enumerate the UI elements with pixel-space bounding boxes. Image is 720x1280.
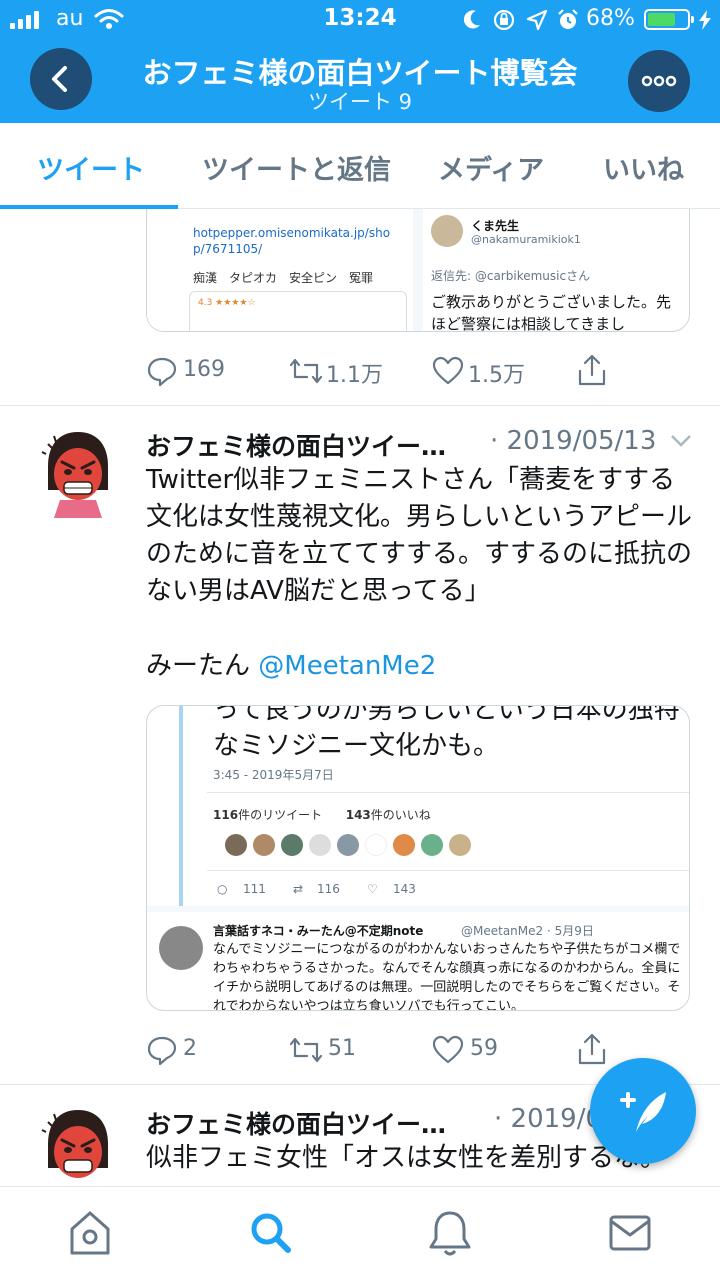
- chevron-left-icon: [52, 66, 67, 92]
- tweet2-reply-action[interactable]: 2: [146, 1034, 226, 1066]
- battery-percentage: 68%: [586, 6, 635, 31]
- tweet2-retweet-count: 51: [328, 1036, 356, 1061]
- angry-woman-avatar-icon: [41, 1110, 108, 1178]
- tweet2-card-stat-reply: 111: [243, 882, 266, 896]
- tweet-count-subtitle: ツイート 9: [307, 90, 413, 114]
- tweet1-card-tags: 痴漢 タピオカ 安全ピン 冤罪: [193, 271, 374, 285]
- more-dots-icon: [641, 75, 677, 87]
- reply-icon: [147, 1036, 177, 1066]
- tweet1-like-action[interactable]: 1.5万: [432, 355, 532, 388]
- tweet2-card-stat-like: 143: [393, 882, 416, 896]
- charging-bolt-icon: [699, 10, 711, 30]
- tweet1-card-right: くま先生 @nakamuramikiok1 返信先: @carbikemusic…: [423, 191, 689, 332]
- tweet2-media-card[interactable]: って良うのが男らしいという日本の独特なミソジニー文化かも。 3:45 - 201…: [146, 705, 690, 1011]
- tweet2-avatar[interactable]: [40, 428, 116, 518]
- tweet3-date[interactable]: · 2019/0: [494, 1104, 602, 1134]
- tweet2-card-counts: 116件のリツイート 143件のいいね: [213, 806, 431, 823]
- angry-woman-avatar-icon: [41, 432, 108, 518]
- heart-icon: [432, 356, 464, 385]
- tweet2-attribution-line: みーたん @MeetanMe2: [146, 648, 694, 685]
- nav-home[interactable]: [60, 1205, 120, 1261]
- tweet1-reply-action[interactable]: 169: [146, 355, 236, 387]
- battery-icon: [644, 9, 694, 30]
- tweet2-card-rt-label: 件のリツイート: [238, 808, 323, 822]
- tweet-divider: [0, 405, 720, 406]
- retweet-icon: [289, 358, 323, 384]
- nav-notifications[interactable]: [420, 1205, 480, 1261]
- tweet2-card-like-count: 143: [345, 808, 371, 822]
- rotation-lock-icon: [493, 9, 515, 31]
- compose-tweet-button[interactable]: [590, 1058, 696, 1164]
- tweet1-card-left: hotpepper.omisenomikata.jp/shop/7671105/…: [147, 191, 413, 331]
- tweet1-card-review-box: 4.3 ★★★★☆: [189, 291, 407, 331]
- share-icon: [578, 354, 606, 386]
- app-header: au 13:24 68% おフェミ様の面白ツイート博覧会 ツイート 9: [0, 0, 720, 123]
- tweet1-card-url: hotpepper.omisenomikata.jp/shop/7671105/: [193, 226, 391, 256]
- tweet2-card-top-text: って良うのが男らしいという日本の独特なミソジニー文化かも。: [213, 705, 680, 761]
- tweet1-card-text: ご教示ありがとうございました。先ほど警察には相談してきまし: [431, 293, 672, 332]
- alarm-icon: [558, 9, 578, 29]
- tab-media[interactable]: メディア: [438, 148, 544, 187]
- mail-icon: [609, 1215, 651, 1251]
- tweet2-card-blue-rule: [179, 706, 183, 906]
- tweet2-like-count: 59: [470, 1036, 498, 1061]
- tweet1-like-count: 1.5万: [468, 363, 525, 388]
- heart-icon: [432, 1035, 464, 1064]
- tweet2-card-reply-handle: @MeetanMe2 · 5月9日: [461, 924, 594, 938]
- tweet1-card-reply-to: 返信先: @carbikemusicさん: [431, 269, 591, 283]
- retweet-icon: [289, 1037, 323, 1063]
- tweet3-author-name[interactable]: おフェミ様の面白ツイー…: [146, 1105, 446, 1141]
- bell-icon: [429, 1211, 471, 1256]
- chevron-down-icon[interactable]: [670, 434, 692, 448]
- tweet1-retweet-action[interactable]: 1.1万: [288, 355, 388, 388]
- tab-tweets[interactable]: ツイート: [37, 148, 145, 187]
- tweet1-card-rating: 4.3 ★★★★☆: [198, 298, 256, 308]
- tweet2-mention-link[interactable]: @MeetanMe2: [258, 651, 436, 681]
- tweet2-card-liker-avatars: [225, 834, 485, 860]
- location-arrow-icon: [526, 9, 548, 31]
- tweet2-like-action[interactable]: 59: [432, 1034, 522, 1066]
- tweet2-card-stat-rt: 116: [317, 882, 340, 896]
- tweet2-date[interactable]: · 2019/05/13: [490, 426, 656, 456]
- tweet2-card-divider-3: [147, 906, 689, 912]
- active-tab-indicator: [0, 205, 178, 209]
- tweet1-share-action[interactable]: [576, 353, 610, 387]
- tweet1-card-handle: @nakamuramikiok1: [471, 233, 581, 246]
- reply-icon: [147, 357, 177, 387]
- back-button[interactable]: [30, 48, 92, 110]
- tweet2-card-rt-count: 116: [213, 808, 239, 822]
- tab-tweets-and-replies[interactable]: ツイートと返信: [202, 148, 391, 187]
- tweet2-card-like-label: 件のいいね: [370, 808, 431, 822]
- compose-feather-icon: [620, 1092, 666, 1132]
- tweet1-card-user: くま先生: [471, 219, 520, 233]
- tweet1-retweet-count: 1.1万: [326, 363, 383, 388]
- tweet2-author-name[interactable]: おフェミ様の面白ツイー…: [146, 427, 446, 463]
- tweet2-card-reply-avatar: [159, 926, 203, 970]
- tweet1-media-card[interactable]: hotpepper.omisenomikata.jp/shop/7671105/…: [146, 190, 690, 332]
- tweet3-avatar[interactable]: [40, 1106, 116, 1196]
- tab-likes[interactable]: いいね: [603, 148, 684, 187]
- tweet2-body: Twitter似非フェミニストさん「蕎麦をすする文化は女性蔑視文化。男らしいとい…: [146, 465, 693, 606]
- tweet1-card-avatar: [431, 215, 463, 247]
- tweet2-retweet-action[interactable]: 51: [288, 1034, 378, 1066]
- tweet1-card-separator: [413, 191, 423, 331]
- tweet2-card-divider-2: [207, 870, 689, 871]
- status-bar: au 13:24 68%: [0, 0, 720, 40]
- tweet2-attribution: みーたん: [146, 651, 251, 681]
- search-icon: [251, 1213, 291, 1253]
- tweet2-card-reply-text: なんでミソジニーにつながるのがわかんないおっさんたちや子供たちがコメ欄でわちゃわ…: [213, 942, 681, 1011]
- home-icon: [70, 1211, 110, 1255]
- profile-tabs: ツイート ツイートと返信 メディア いいね: [0, 123, 720, 209]
- moon-icon: [463, 10, 480, 29]
- tweet2-card-reply-name: 言葉話すネコ・みーたん@不定期note: [213, 924, 424, 938]
- nav-search[interactable]: [240, 1205, 300, 1261]
- bottom-tab-bar: [0, 1186, 720, 1280]
- tweet2-card-divider: [207, 792, 689, 793]
- nav-messages[interactable]: [600, 1205, 660, 1261]
- tweet1-reply-count: 169: [183, 357, 225, 382]
- tweet2-reply-count: 2: [183, 1036, 197, 1061]
- more-options-button[interactable]: [628, 50, 690, 112]
- tweet2-card-timestamp: 3:45 - 2019年5月7日: [213, 768, 334, 782]
